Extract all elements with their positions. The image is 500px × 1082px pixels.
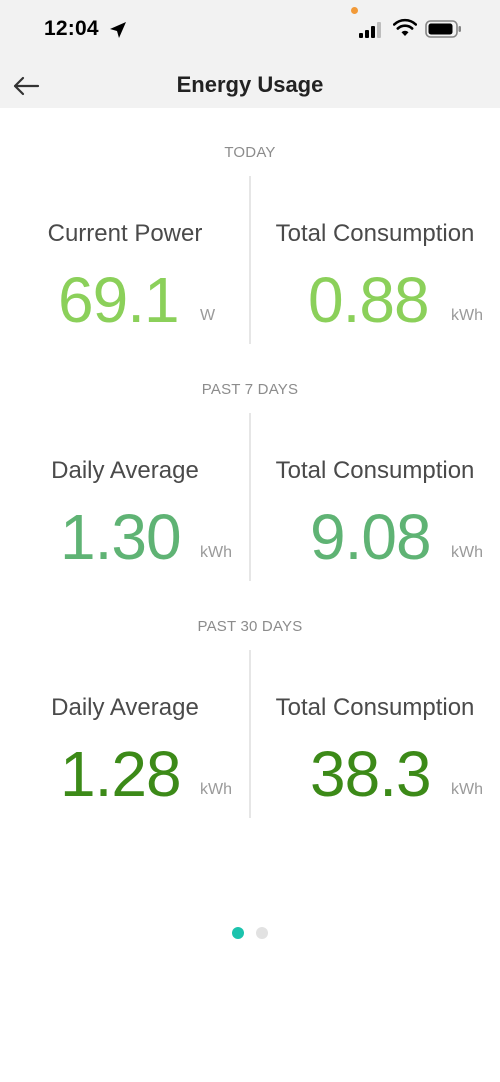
7day-daily-average-value: 1.30 [60,501,182,573]
nav-header: Energy Usage [0,60,500,108]
7day-daily-average-title: Daily Average [51,457,199,484]
7day-daily-average-unit: kWh [200,544,232,561]
wifi-icon [393,18,417,36]
battery-icon [425,20,461,38]
signal-icon [359,22,381,38]
page-dot-1[interactable] [232,927,244,939]
30day-total-consumption-unit: kWh [451,781,483,798]
section-divider [249,176,251,344]
recording-indicator [351,7,358,14]
7day-total-consumption-value: 9.08 [310,501,432,573]
7day-total-consumption-title: Total Consumption [275,457,475,484]
current-power-unit: W [200,307,216,324]
today-total-consumption-value: 0.88 [308,264,430,336]
30day-daily-average-title: Daily Average [51,694,199,721]
section-label-past-30-days: PAST 30 DAYS [197,618,303,635]
status-time: 12:04 [44,17,99,40]
current-power-value: 69.1 [58,264,180,336]
page-title: Energy Usage [176,72,324,97]
7day-total-consumption-unit: kWh [451,544,483,561]
location-arrow-icon [110,22,126,38]
section-label-past-7-days: PAST 7 DAYS [201,381,299,398]
current-power-title: Current Power [47,220,203,247]
30day-total-consumption-title: Total Consumption [275,694,475,721]
today-total-consumption-unit: kWh [451,307,483,324]
section-divider [249,413,251,581]
section-divider [249,650,251,818]
30day-daily-average-unit: kWh [200,781,232,798]
30day-daily-average-value: 1.28 [60,738,182,810]
section-label-today: TODAY [224,144,276,161]
30day-total-consumption-value: 38.3 [310,738,432,810]
page-dot-2[interactable] [256,927,268,939]
today-total-consumption-title: Total Consumption [275,220,475,247]
status-bar: 12:04 [0,0,500,60]
